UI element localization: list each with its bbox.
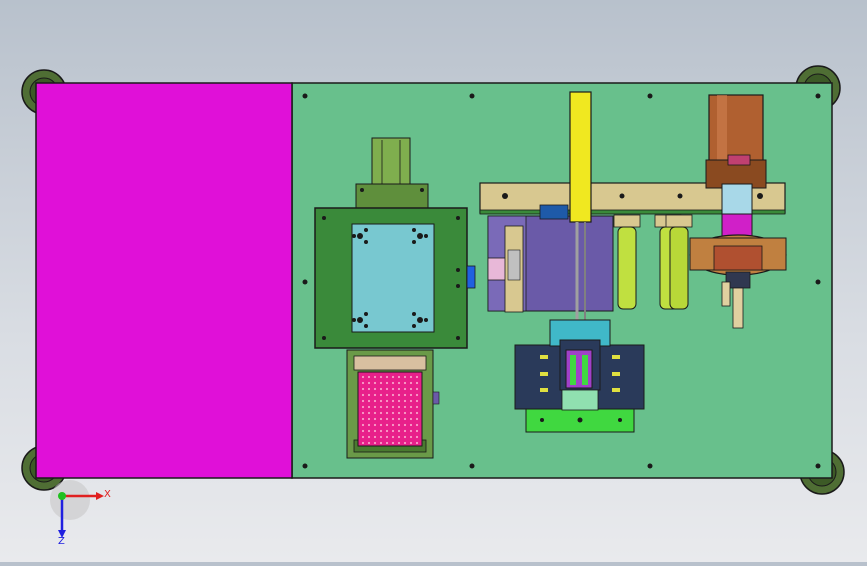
axis-z-label: Z [58, 536, 65, 547]
axis-x-label: X [104, 489, 111, 500]
frame-window [351, 223, 435, 333]
cad-drawing: X Z [21, 65, 845, 547]
cad-viewport[interactable]: X Z [0, 0, 867, 562]
coordinate-triad: X Z [50, 480, 111, 547]
purple-linear-module[interactable] [487, 204, 614, 313]
pink-tray[interactable] [357, 371, 423, 447]
pink-tray-assembly[interactable] [346, 349, 440, 459]
left-cover-panel[interactable] [35, 82, 293, 479]
square-frame[interactable] [314, 207, 468, 349]
sensor-block[interactable] [466, 265, 476, 289]
